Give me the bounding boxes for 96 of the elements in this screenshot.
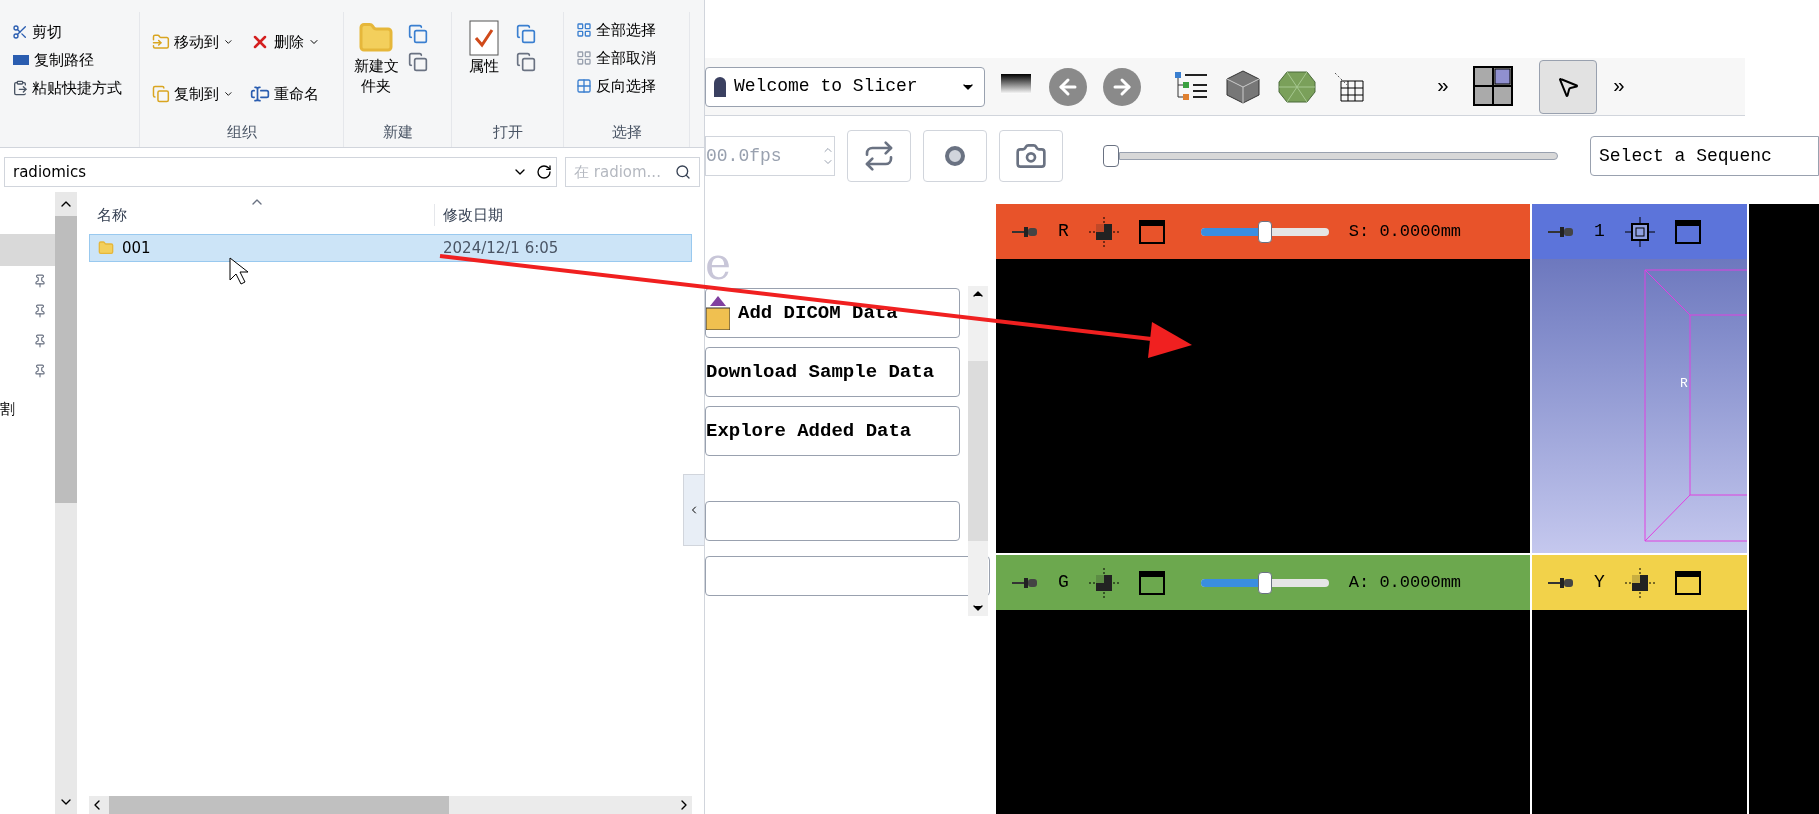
loop-icon bbox=[863, 140, 895, 172]
ribbon-button[interactable]: 移动到 bbox=[148, 28, 238, 56]
search-input[interactable]: 在 radiom... bbox=[574, 160, 675, 184]
ribbon-button[interactable]: 反向选择 bbox=[572, 72, 660, 100]
collapse-handle[interactable] bbox=[683, 474, 705, 546]
slider-thumb[interactable] bbox=[1103, 145, 1119, 167]
view-label: Y bbox=[1594, 571, 1605, 594]
slider-track[interactable] bbox=[1119, 152, 1558, 160]
file-name: 001 bbox=[122, 237, 151, 259]
window-icon[interactable] bbox=[1674, 570, 1701, 595]
loop-button[interactable] bbox=[847, 130, 911, 182]
view-label: R bbox=[1058, 220, 1069, 243]
pin-icon bbox=[33, 274, 47, 288]
ribbon-button[interactable]: 属性 bbox=[460, 20, 508, 121]
pin-icon bbox=[33, 364, 47, 378]
ribbon-group-label: 新建 bbox=[381, 121, 414, 143]
rename-icon bbox=[249, 84, 270, 105]
pin-icon bbox=[33, 334, 47, 348]
ribbon-button[interactable]: 复制路径 bbox=[12, 48, 139, 72]
folder-icon bbox=[98, 240, 114, 256]
window-icon[interactable] bbox=[1138, 219, 1165, 244]
refresh-icon[interactable] bbox=[536, 164, 552, 180]
pushpin-icon bbox=[1548, 225, 1574, 238]
ribbon-button[interactable]: 重命名 bbox=[245, 80, 335, 109]
cube-icon[interactable] bbox=[1225, 68, 1261, 105]
ribbon-button[interactable]: 复制到 bbox=[148, 80, 238, 109]
view-label: G bbox=[1058, 571, 1069, 594]
copy-icon bbox=[516, 24, 536, 44]
record-button[interactable] bbox=[923, 130, 987, 182]
crosshair-grid-icon[interactable] bbox=[1088, 216, 1119, 247]
layout-icon[interactable] bbox=[1473, 65, 1515, 108]
more-button[interactable]: » bbox=[1613, 71, 1626, 102]
ribbon-button[interactable]: 删除 bbox=[245, 28, 335, 56]
ribbon-button[interactable]: 剪切 bbox=[12, 20, 139, 44]
ribbon-button[interactable]: 全部选择 bbox=[572, 16, 660, 44]
column-header[interactable]: 名称 bbox=[89, 203, 434, 226]
scrollbar-thumb[interactable] bbox=[109, 796, 449, 814]
crosshair-grid-icon[interactable] bbox=[1624, 567, 1655, 598]
ribbon-button[interactable]: 粘贴快捷方式 bbox=[12, 76, 139, 100]
grid-icon[interactable] bbox=[1333, 70, 1365, 103]
module-selector[interactable]: Welcome to Slicer bbox=[705, 66, 985, 107]
copy-icon bbox=[152, 84, 170, 105]
file-date: 2024/12/1 6:05 bbox=[442, 237, 559, 259]
center-view-icon[interactable] bbox=[1624, 216, 1655, 247]
address-text: radiomics bbox=[13, 161, 88, 183]
scissors-icon bbox=[12, 24, 28, 40]
slider-thumb[interactable] bbox=[1257, 571, 1272, 594]
slice-offset: A: 0.0000mm bbox=[1348, 571, 1462, 594]
clipboard-icon bbox=[12, 80, 28, 96]
scrollbar-thumb[interactable] bbox=[55, 216, 77, 503]
ribbon-group-label: 选择 bbox=[610, 121, 643, 143]
nav-highlight bbox=[0, 234, 55, 266]
ribbon-group-label: 打开 bbox=[491, 121, 524, 143]
pushpin-icon bbox=[1012, 576, 1038, 589]
copy-icon bbox=[516, 52, 536, 72]
module-icon bbox=[714, 76, 726, 97]
heading-text: e bbox=[705, 242, 733, 286]
ribbon-group-label: 组织 bbox=[225, 121, 258, 143]
copy-icon bbox=[408, 52, 428, 72]
sequence-select[interactable]: Select a Sequenc bbox=[1590, 136, 1819, 176]
scrollbar-thumb[interactable] bbox=[968, 361, 988, 541]
mouse-cursor-icon bbox=[229, 257, 249, 285]
input-field[interactable] bbox=[705, 501, 960, 541]
copy-icon bbox=[408, 24, 428, 44]
ribbon-button[interactable]: 全部取消 bbox=[572, 44, 660, 72]
slice-offset: S: 0.0000mm bbox=[1348, 220, 1462, 243]
address-bar[interactable]: radiomics bbox=[4, 157, 557, 187]
screenshot-button[interactable] bbox=[999, 130, 1063, 182]
forward-icon[interactable] bbox=[1103, 67, 1141, 106]
pushpin-icon bbox=[1012, 225, 1038, 238]
view-label: 1 bbox=[1594, 220, 1605, 243]
dicom-icon bbox=[706, 296, 730, 330]
window-icon[interactable] bbox=[1138, 570, 1165, 595]
record-icon bbox=[945, 146, 965, 166]
checklist-icon bbox=[469, 20, 499, 56]
grid-icon bbox=[576, 22, 592, 38]
folder-arrow-icon bbox=[152, 32, 170, 52]
back-icon[interactable] bbox=[1049, 67, 1087, 106]
pointer-button[interactable] bbox=[1539, 59, 1597, 114]
search-field[interactable]: 在 radiom... bbox=[565, 157, 700, 187]
pin-icon bbox=[33, 304, 47, 318]
grid-icon bbox=[576, 78, 592, 94]
gem-icon[interactable] bbox=[1277, 69, 1317, 104]
pushpin-icon bbox=[1548, 576, 1574, 589]
ribbon-button[interactable]: 新建文件夹 bbox=[352, 20, 400, 121]
grid-icon bbox=[576, 50, 592, 66]
crosshair-grid-icon[interactable] bbox=[1088, 567, 1119, 598]
more-button[interactable]: » bbox=[1437, 71, 1449, 102]
search-icon bbox=[675, 164, 691, 180]
orientation-label: R bbox=[1680, 375, 1688, 393]
module-button[interactable]: Download Sample Data bbox=[705, 347, 960, 397]
slider-thumb[interactable] bbox=[1257, 220, 1272, 243]
input-field[interactable] bbox=[705, 556, 990, 596]
file-row[interactable]: 001 2024/12/1 6:05 bbox=[89, 234, 692, 262]
module-button[interactable]: Explore Added Data bbox=[705, 406, 960, 456]
column-header[interactable]: 修改日期 bbox=[434, 203, 503, 226]
